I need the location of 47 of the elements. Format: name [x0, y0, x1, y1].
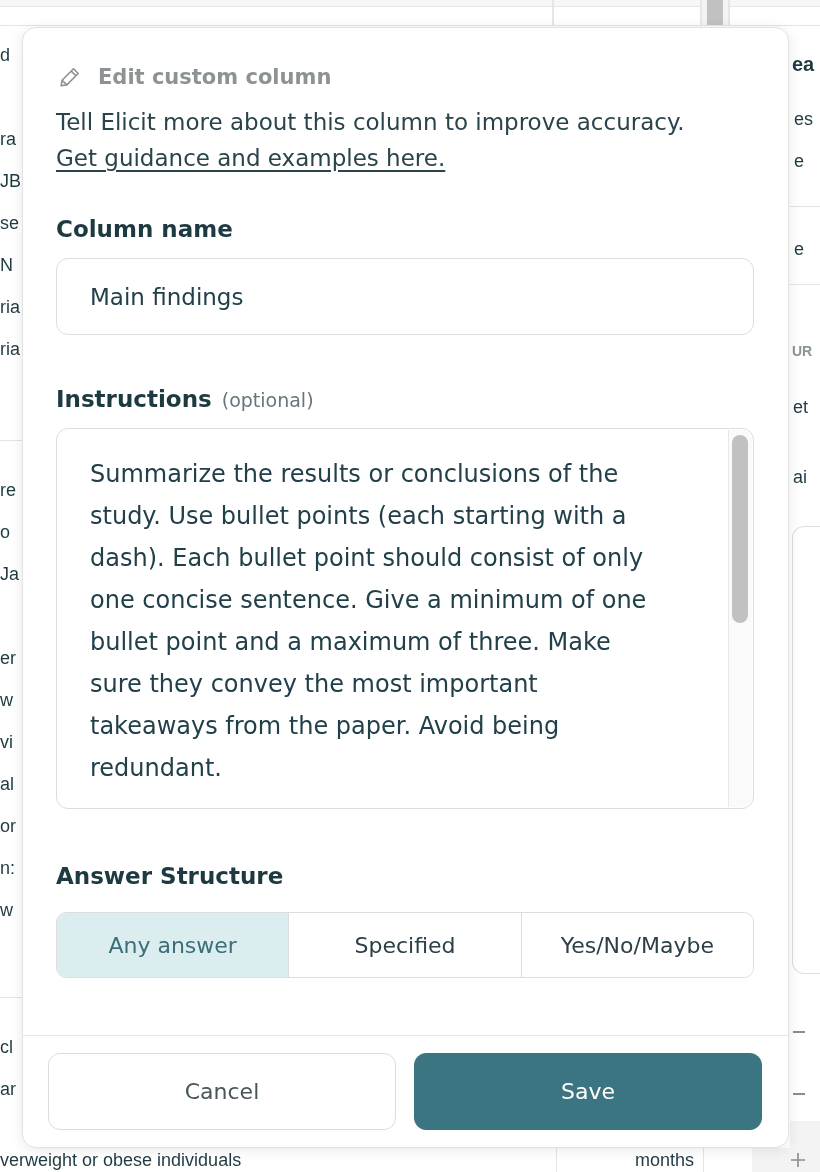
- cell-text: se: [0, 212, 19, 235]
- cell-text: vi: [0, 731, 13, 754]
- cell-text: or: [0, 815, 16, 838]
- cell-text: N: [0, 254, 13, 277]
- plus-icon[interactable]: [791, 1153, 805, 1167]
- answer-option[interactable]: Yes/No/Maybe: [520, 913, 753, 977]
- cell-text: ria: [0, 296, 20, 319]
- scrollbar[interactable]: [728, 430, 752, 807]
- cell-text: months: [634, 1149, 694, 1171]
- answer-option[interactable]: Any answer: [57, 913, 289, 977]
- pencil-icon: [60, 67, 80, 87]
- cell-text: ria: [0, 338, 20, 361]
- cell-text: al: [0, 773, 14, 796]
- cell-text: n:: [0, 857, 15, 880]
- list-item[interactable]: et: [790, 392, 808, 422]
- panel-text: e: [793, 150, 804, 173]
- instructions-field[interactable]: Summarize the results or conclusions of the study. Use bullet points (each starting with a dash). Each bullet point should consist of only one concise sentence. Give a minimum of one bullet point and a maximum of three. Make sure they convey the most important takeaways from the paper. Avoid being redundant.: [56, 428, 754, 809]
- cell-text: cl: [0, 1036, 13, 1059]
- cell-text: ar: [0, 1078, 16, 1101]
- panel-text: es: [793, 108, 813, 131]
- optional-hint: (optional): [221, 389, 314, 411]
- section-heading: Answer Structure: [56, 862, 284, 890]
- field-label: Column name: [56, 215, 233, 243]
- cell-text: w: [0, 689, 13, 712]
- panel-heading: ea: [791, 52, 815, 77]
- cancel-button[interactable]: Cancel: [48, 1053, 396, 1130]
- column-name-field[interactable]: Main findings: [56, 258, 754, 335]
- field-label: Instructions: [56, 385, 212, 413]
- minus-icon: [793, 1093, 805, 1095]
- cell-text: d: [0, 44, 10, 67]
- dialog-title: Edit custom column: [98, 65, 332, 89]
- minus-icon: [793, 1031, 805, 1033]
- cell-text: JB: [0, 170, 21, 193]
- cell-text: er: [0, 647, 16, 670]
- list-item[interactable]: ai: [790, 462, 807, 492]
- section-label: UR: [791, 342, 813, 361]
- cell-text: Ja: [0, 563, 19, 586]
- save-button[interactable]: Save: [414, 1053, 762, 1130]
- guidance-link[interactable]: Get guidance and examples here.: [56, 145, 446, 171]
- cell-text: re: [0, 479, 16, 502]
- scrollbar[interactable]: [702, 0, 730, 26]
- cell-text: o: [0, 521, 10, 544]
- cell-text: w: [0, 899, 13, 922]
- panel-text: e: [794, 238, 804, 261]
- cell-text: verweight or obese individuals: [0, 1149, 242, 1171]
- cell-text: ra: [0, 128, 16, 151]
- description-text: Tell Elicit more about this column to improve accuracy. Get guidance and examples here.: [56, 108, 686, 173]
